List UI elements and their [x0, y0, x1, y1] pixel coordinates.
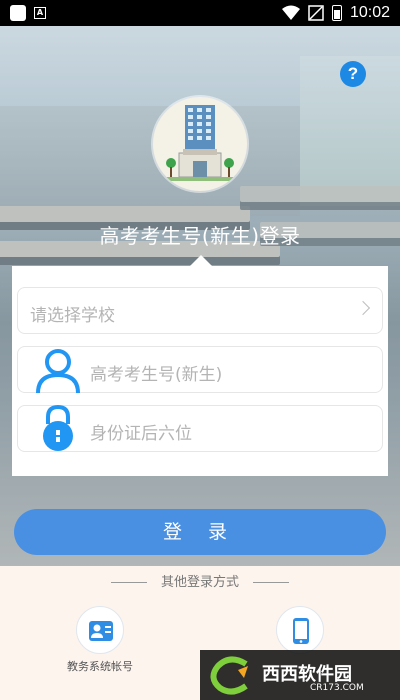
- id-card-placeholder: 身份证后六位: [90, 424, 192, 444]
- phone-login-button[interactable]: [276, 606, 324, 654]
- watermark-logo-icon: [210, 656, 248, 695]
- school-building-logo: [153, 97, 247, 191]
- status-bar: A 10:02: [0, 0, 400, 26]
- account-card-icon: [89, 621, 113, 641]
- other-login-heading: 其他登录方式: [160, 575, 239, 590]
- lock-icon: [43, 404, 73, 451]
- notification-a-icon: A: [34, 7, 46, 19]
- battery-icon: [331, 5, 342, 21]
- school-select-placeholder: 请选择学校: [30, 306, 115, 326]
- academic-account-label: 教务系统帐号: [67, 660, 133, 673]
- page-title: 高考考生号(新生)登录: [99, 224, 301, 248]
- login-button[interactable]: 登 录: [14, 509, 386, 555]
- account-card-icon-button[interactable]: [76, 606, 124, 654]
- school-select[interactable]: 请选择学校: [17, 287, 383, 334]
- help-button[interactable]: ?: [340, 61, 366, 87]
- user-icon: [36, 349, 80, 394]
- chevron-right-icon: [355, 300, 371, 316]
- notification-square-icon: [10, 5, 26, 21]
- status-time: 10:02: [349, 4, 390, 21]
- wifi-icon: [281, 5, 300, 20]
- no-signal-icon: [308, 5, 324, 21]
- exam-id-field[interactable]: 高考考生号(新生): [17, 346, 383, 394]
- exam-id-placeholder: 高考考生号(新生): [90, 365, 223, 385]
- id-card-field[interactable]: 身份证后六位: [17, 404, 383, 452]
- other-login-divider: 其他登录方式: [0, 571, 400, 590]
- site-watermark: 西西软件园 CR173.COM: [200, 650, 400, 700]
- card-pointer: [190, 255, 212, 266]
- watermark-url: CR173.COM: [310, 683, 364, 693]
- phone-icon: [293, 618, 309, 644]
